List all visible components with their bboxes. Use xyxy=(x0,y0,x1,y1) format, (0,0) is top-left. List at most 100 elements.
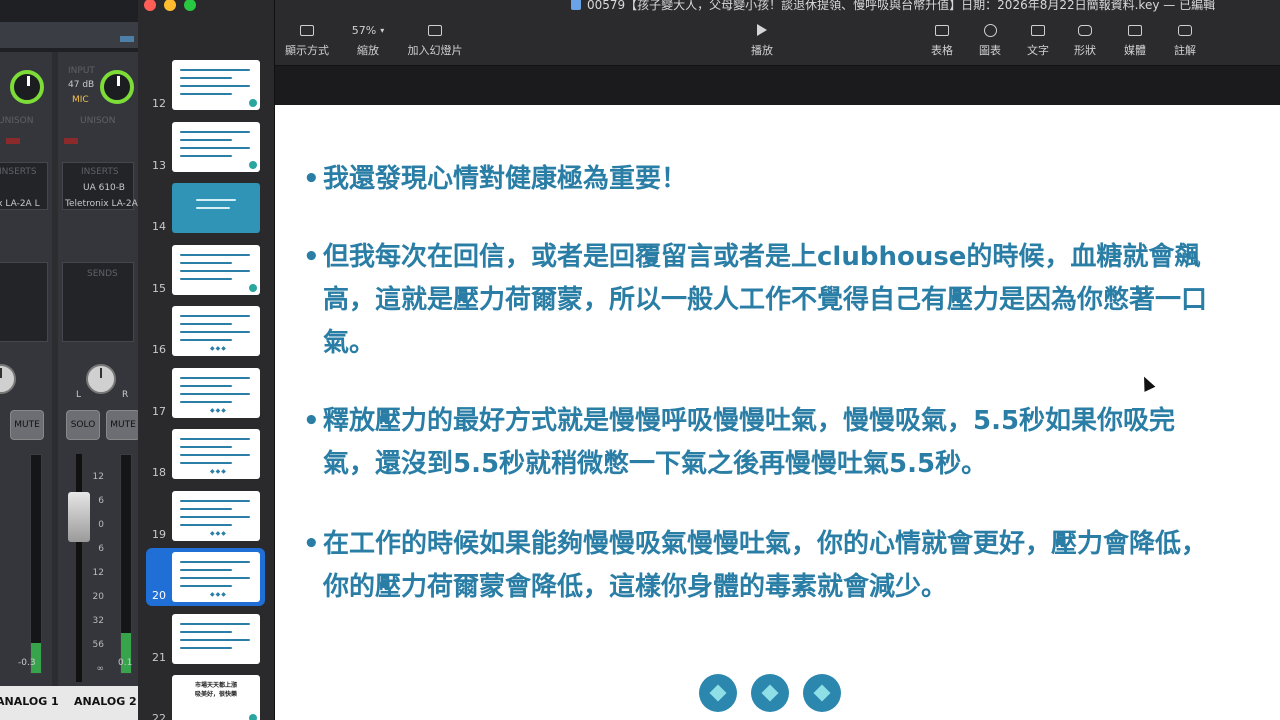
thumbnail-text-line xyxy=(180,577,250,579)
thumbnail-text-line xyxy=(180,438,250,440)
current-slide[interactable]: • 我還發現心情對健康極為重要！ • 但我每次在回信，或者是回覆留言或者是上cl… xyxy=(275,105,1280,720)
thumbnail-text-line xyxy=(180,146,250,149)
bullet-4[interactable]: • 在工作的時候如果能夠慢慢吸氣慢慢吐氣，你的心情就會更好，壓力會降低，你的壓力… xyxy=(303,523,1208,609)
add-slide-icon xyxy=(428,24,442,36)
thumbnail-text-line xyxy=(196,207,230,209)
ch2-mic-label: MIC xyxy=(72,95,89,105)
thumbnail-text-line xyxy=(180,339,232,341)
thumbnail-diamonds: ◆◆◆ xyxy=(210,529,227,537)
thumbnail-text-line xyxy=(180,392,250,395)
thumbnail-text-line xyxy=(180,85,250,87)
ch2-unison-label: UNISON xyxy=(80,116,116,126)
shape-icon xyxy=(1078,24,1092,36)
zoom-window-icon[interactable] xyxy=(184,0,196,11)
thumbnail-text-line xyxy=(180,499,250,502)
ch1-plugin-label: nix LA-2A L xyxy=(0,199,40,209)
mixer-topbar xyxy=(0,0,138,52)
thumbnail-text-line xyxy=(180,638,250,641)
table-button[interactable]: 表格 xyxy=(925,20,959,58)
slide-thumbnail[interactable]: ◆◆◆ xyxy=(172,429,260,479)
fader-scale-mark: 6 xyxy=(98,496,104,506)
play-label: 播放 xyxy=(751,44,773,57)
view-button[interactable]: 顯示方式 xyxy=(283,20,331,58)
media-button[interactable]: 媒體 xyxy=(1118,20,1152,58)
gain-knob-icon[interactable] xyxy=(10,70,44,104)
slide-thumbnail[interactable]: ◆◆◆ xyxy=(172,306,260,356)
media-icon xyxy=(1128,24,1142,36)
chart-button[interactable]: 圖表 xyxy=(973,20,1007,58)
ch2-mute-button[interactable]: MUTE xyxy=(106,410,138,440)
media-label: 媒體 xyxy=(1124,44,1146,57)
thumbnail-text-line xyxy=(180,462,232,464)
play-icon xyxy=(757,24,767,36)
toolbar: 00579【孩子變大人，父母變小孩！談退休提領、慢呼吸與台幣升值】日期：2026… xyxy=(275,0,1280,66)
ch2-sends-slot[interactable]: SENDS xyxy=(62,262,134,342)
slide-navigator: 12 13 14 15 16 ◆◆◆ 17 ◆◆◆ 18 ◆◆◆ 19 ◆◆◆ 20 ◆◆◆ 21 22 市場天… xyxy=(138,0,275,720)
slide-thumbnail[interactable] xyxy=(172,244,260,295)
ch2-solo-button[interactable]: SOLO xyxy=(66,410,100,440)
slide-thumbnail[interactable]: ◆◆◆ xyxy=(172,490,260,541)
close-window-icon[interactable] xyxy=(144,0,156,11)
ch2-fader-handle[interactable] xyxy=(68,492,90,542)
slide-number: 15 xyxy=(152,281,166,295)
slide-number: 17 xyxy=(152,404,166,418)
ch1-insert-slot[interactable]: INSERTS nix LA-2A L xyxy=(0,162,48,210)
ch1-mute-button[interactable]: MUTE xyxy=(10,410,44,440)
thumbnail-diamonds: ◆◆◆ xyxy=(210,406,227,414)
slide-thumbnail[interactable] xyxy=(172,183,260,233)
slide-thumbnail[interactable] xyxy=(172,60,260,110)
bullet-1[interactable]: • 我還發現心情對健康極為重要！ xyxy=(303,158,1208,201)
pan-knob-icon[interactable] xyxy=(86,364,116,394)
ch2-insert-slot[interactable]: INSERTS UA 610-B Teletronix LA-2A L xyxy=(62,162,138,210)
minimize-window-icon[interactable] xyxy=(164,0,176,11)
ch2-indicator xyxy=(64,138,78,144)
thumbnail-text-line xyxy=(180,315,250,317)
add-slide-button[interactable]: 加入幻燈片 xyxy=(405,20,465,58)
audio-mixer: UNISON INSERTS nix LA-2A L MUTE -0.3 INP… xyxy=(0,0,138,720)
thumbnail-text-line xyxy=(180,269,250,272)
ch2-sends-label: SENDS xyxy=(87,269,118,279)
slide-number: 12 xyxy=(152,97,166,110)
table-icon xyxy=(935,24,949,36)
thumbnail-text-line xyxy=(180,93,232,95)
slide-thumbnail[interactable] xyxy=(172,613,260,664)
slide-thumbnail[interactable]: ◆◆◆ xyxy=(172,367,260,418)
bullet-text: 但我每次在回信，或者是回覆留言或者是上clubhouse的時候，血糖就會飆高，這… xyxy=(323,242,1208,358)
comment-button[interactable]: 註解 xyxy=(1168,20,1202,58)
chevron-down-icon: ▾ xyxy=(380,25,385,35)
table-label: 表格 xyxy=(931,44,953,57)
chart-icon xyxy=(983,23,997,37)
bullet-3[interactable]: • 釋放壓力的最好方式就是慢慢呼吸慢慢吐氣，慢慢吸氣，5.5秒如果你吸完氣，還沒… xyxy=(303,400,1208,486)
slide-number: 20 xyxy=(152,589,166,602)
shape-button[interactable]: 形狀 xyxy=(1068,20,1102,58)
play-button[interactable]: 播放 xyxy=(742,20,782,58)
bullet-mark: • xyxy=(303,164,320,194)
build-badge-icon xyxy=(249,99,257,107)
gain-knob-icon[interactable] xyxy=(100,70,134,104)
pan-knob-icon[interactable] xyxy=(0,364,16,394)
thumbnail-diamonds: ◆◆◆ xyxy=(210,468,227,475)
text-button[interactable]: 文字 xyxy=(1021,20,1055,58)
mixer-channel-1: UNISON INSERTS nix LA-2A L MUTE -0.3 xyxy=(0,52,52,720)
thumbnail-text-line xyxy=(196,199,236,201)
zoom-menu-button[interactable]: 57% ▾ 縮放 xyxy=(343,20,393,58)
thumbnail-text-line xyxy=(180,646,232,649)
slide-thumbnail[interactable]: 市場天天都上漲 吸美好，很快樂 xyxy=(172,675,260,720)
slide-thumbnail[interactable]: ◆◆◆ xyxy=(172,552,260,602)
fader-scale-mark: 12 xyxy=(92,568,104,578)
thumbnail-diamonds: ◆◆◆ xyxy=(210,591,227,598)
slide-canvas: • 我還發現心情對健康極為重要！ • 但我每次在回信，或者是回覆留言或者是上cl… xyxy=(275,66,1280,720)
bullet-2[interactable]: • 但我每次在回信，或者是回覆留言或者是上clubhouse的時候，血糖就會飆高… xyxy=(303,236,1208,365)
text-box-icon xyxy=(1031,24,1045,36)
ch2-input-label: INPUT xyxy=(68,66,95,76)
ch2-insert-label: INSERTS xyxy=(81,167,119,177)
ch1-sends-slot[interactable] xyxy=(0,262,48,342)
thumbnail-text-line xyxy=(180,454,250,456)
build-badge-icon xyxy=(249,283,257,292)
mixer-channel-2: INPUT 47 dB MIC UNISON INSERTS UA 610-B … xyxy=(58,52,138,720)
thumbnail-text-line xyxy=(180,277,232,280)
build-badge-icon xyxy=(249,160,257,169)
ch2-preamp-label: UA 610-B xyxy=(83,183,125,193)
slide-thumbnail[interactable] xyxy=(172,121,260,172)
text-label: 文字 xyxy=(1027,44,1049,57)
